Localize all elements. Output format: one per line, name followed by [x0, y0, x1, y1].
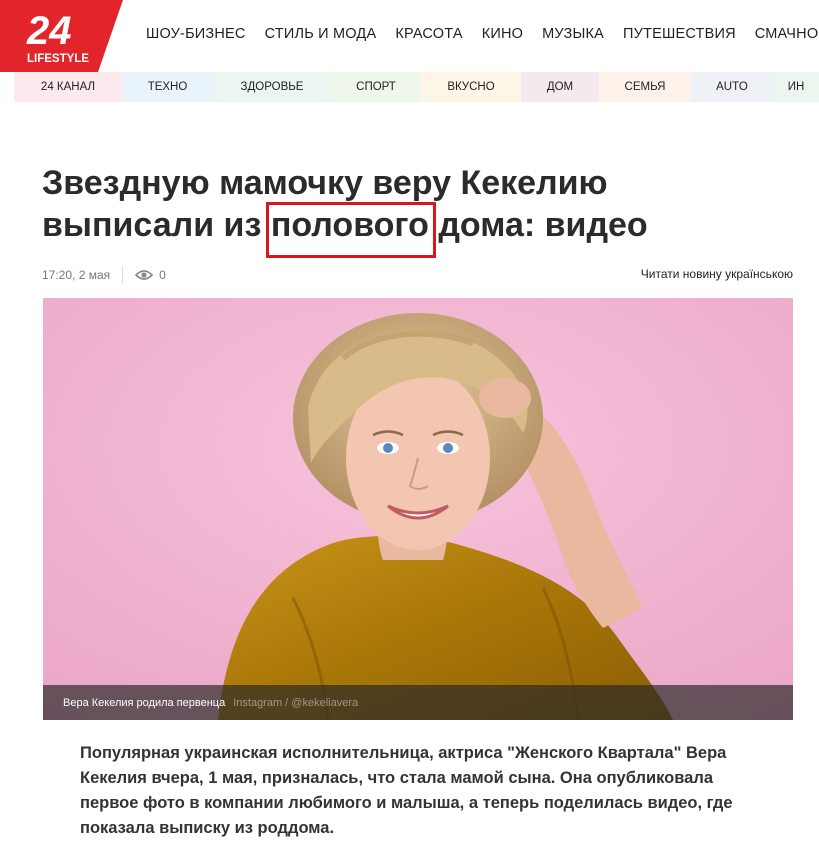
- subnav-item-semya[interactable]: СЕМЬЯ: [599, 72, 691, 102]
- topnav-item-show-business[interactable]: ШОУ-БИЗНЕС: [146, 26, 246, 42]
- subnav-label: ТЕХНО: [147, 81, 188, 93]
- eye-icon: [135, 270, 154, 280]
- site-logo[interactable]: 24 LIFESTYLE: [0, 0, 123, 72]
- title-text-end: дома: видео: [428, 206, 648, 244]
- woman-portrait-image: [43, 298, 793, 720]
- subnav-item-vkusno[interactable]: ВКУСНО: [421, 72, 521, 102]
- photo-credit: Instagram / @kekeliavera: [233, 696, 359, 709]
- topnav-item-music[interactable]: МУЗЫКА: [542, 26, 604, 42]
- publish-time: 17:20, 2 мая: [42, 268, 111, 282]
- subnav-item-24-kanal[interactable]: 24 КАНАЛ: [14, 72, 122, 102]
- subnav-label: СЕМЬЯ: [624, 81, 666, 93]
- subnav-label: ДОМ: [546, 81, 574, 93]
- section-navigation: 24 КАНАЛ ТЕХНО ЗДОРОВЬЕ СПОРТ ВКУСНО ДОМ…: [14, 72, 819, 102]
- site-header: 24 LIFESTYLE ШОУ-БИЗНЕС СТИЛЬ И МОДА КРА…: [0, 0, 819, 72]
- meta-divider: [122, 266, 124, 284]
- subnav-label: ВКУСНО: [447, 81, 495, 93]
- topnav-item-style-fashion[interactable]: СТИЛЬ И МОДА: [265, 26, 377, 42]
- subnav-item-more[interactable]: ИН: [773, 72, 819, 102]
- photo-caption-bar: Вера Кекелия родила первенца Instagram /…: [43, 685, 793, 720]
- subnav-label: ЗДОРОВЬЕ: [240, 81, 304, 93]
- subnav-item-zdorovye[interactable]: ЗДОРОВЬЕ: [213, 72, 331, 102]
- subnav-label: ИН: [787, 81, 805, 93]
- subnav-item-auto[interactable]: AUTO: [691, 72, 773, 102]
- top-navigation: ШОУ-БИЗНЕС СТИЛЬ И МОДА КРАСОТА КИНО МУЗ…: [146, 0, 819, 68]
- subnav-item-sport[interactable]: СПОРТ: [331, 72, 421, 102]
- article-title: Звездную мамочку веру Кекелию выписали и…: [42, 162, 782, 258]
- article-meta: 17:20, 2 мая 0: [42, 266, 166, 284]
- subnav-label: 24 КАНАЛ: [40, 81, 96, 93]
- subnav-item-dom[interactable]: ДОМ: [521, 72, 599, 102]
- subnav-label: СПОРТ: [356, 81, 396, 93]
- article-photo[interactable]: Вера Кекелия родила первенца Instagram /…: [43, 298, 793, 720]
- photo-caption: Вера Кекелия родила первенца: [63, 696, 226, 709]
- logo-24-lifestyle-icon: 24 LIFESTYLE: [0, 0, 123, 72]
- view-counter: 0: [135, 268, 166, 282]
- svg-text:LIFESTYLE: LIFESTYLE: [27, 53, 89, 65]
- subnav-item-tekhno[interactable]: ТЕХНО: [122, 72, 213, 102]
- article-lead: Популярная украинская исполнительница, а…: [80, 744, 733, 837]
- subnav-label: AUTO: [716, 81, 748, 93]
- topnav-item-smachno[interactable]: СМАЧНО: [755, 26, 819, 42]
- topnav-item-beauty[interactable]: КРАСОТА: [395, 26, 462, 42]
- topnav-item-cinema[interactable]: КИНО: [482, 26, 523, 42]
- title-highlighted-word: полового: [265, 202, 437, 258]
- svg-text:24: 24: [26, 9, 72, 53]
- view-count: 0: [159, 268, 166, 282]
- topnav-item-travel[interactable]: ПУТЕШЕСТВИЯ: [623, 26, 736, 42]
- translate-ukrainian-link[interactable]: Читати новину українською: [641, 267, 793, 281]
